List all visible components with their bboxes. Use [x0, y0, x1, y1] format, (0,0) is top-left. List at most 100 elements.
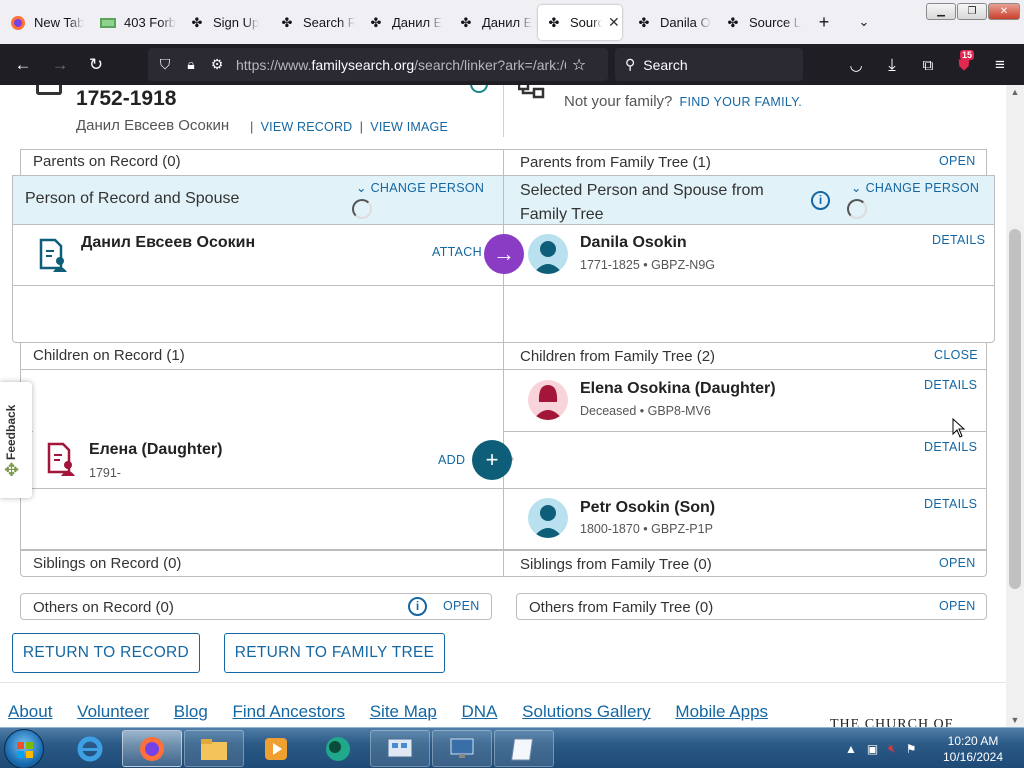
browser-tab[interactable]: ✤ Данил Е	[450, 5, 534, 40]
details-link[interactable]: DETAILS	[924, 497, 977, 511]
close-tab-icon[interactable]: ✕	[608, 14, 620, 31]
pocket-icon[interactable]: ◡	[843, 52, 869, 78]
browser-tab-active[interactable]: ✤ Source ✕	[538, 5, 622, 40]
children-close-link[interactable]: CLOSE	[934, 348, 978, 362]
footer-links: About Volunteer Blog Find Ancestors Site…	[8, 702, 788, 722]
browser-tab[interactable]: ✤ Sign Up	[181, 5, 267, 40]
browser-tab[interactable]: 403 Forbi	[92, 5, 176, 40]
footer-link-about[interactable]: About	[8, 702, 52, 721]
info-icon[interactable]: i	[811, 191, 830, 210]
lock-icon[interactable]: 🔒︎	[178, 56, 204, 73]
browser-tab[interactable]: ✤ Source L	[717, 5, 805, 40]
tracking-shield-icon[interactable]: ⛉	[152, 56, 178, 73]
scrollbar-thumb[interactable]	[1009, 229, 1021, 589]
bookmark-star-icon[interactable]: ☆	[566, 55, 592, 75]
browser-tab[interactable]: ✤ Search R	[271, 5, 355, 40]
familysearch-tree-icon: ✤	[370, 14, 382, 30]
back-arrow-icon[interactable]: ←	[10, 52, 36, 78]
add-label[interactable]: ADD	[438, 453, 465, 467]
return-to-record-button[interactable]: RETURN TO RECORD	[12, 633, 200, 673]
details-link[interactable]: DETAILS	[924, 378, 977, 392]
new-tab-plus-icon[interactable]: +	[811, 10, 837, 34]
details-link[interactable]: DETAILS	[932, 233, 985, 247]
start-button-icon[interactable]	[4, 729, 44, 768]
tree-logo-icon: ✥	[4, 460, 20, 480]
loading-spinner-icon	[352, 199, 372, 219]
footer-link-mobile-apps[interactable]: Mobile Apps	[675, 702, 768, 721]
footer-link-volunteer[interactable]: Volunteer	[77, 702, 149, 721]
tray-expand-icon[interactable]: ▲	[845, 742, 857, 756]
others-record-open-link[interactable]: OPEN	[443, 599, 480, 613]
browser-tab[interactable]: New Tab	[2, 5, 88, 40]
url-bar[interactable]: ⛉ 🔒︎ ⚙ https://www.familysearch.org/sear…	[148, 48, 608, 81]
firefox-taskbar-icon[interactable]	[122, 730, 182, 767]
others-on-record-label: Others on Record (0)	[33, 599, 174, 616]
minimize-icon[interactable]: ▁	[926, 3, 956, 20]
tree-child-name[interactable]: Petr Osokin (Son)	[580, 499, 715, 517]
forward-arrow-icon[interactable]: →	[47, 52, 73, 78]
change-person-tree-link[interactable]: ⌄ CHANGE PERSON	[851, 180, 979, 195]
footer-link-solutions-gallery[interactable]: Solutions Gallery	[522, 702, 651, 721]
action-center-flag-icon[interactable]: ⚑	[906, 742, 917, 756]
male-avatar-icon	[528, 498, 568, 538]
search-placeholder: Search	[643, 56, 688, 73]
notepad-icon[interactable]	[494, 730, 554, 767]
extensions-icon[interactable]: ⧉	[915, 52, 941, 78]
app-icon[interactable]	[308, 730, 368, 767]
footer-link-find-ancestors[interactable]: Find Ancestors	[233, 702, 345, 721]
money-icon	[100, 15, 116, 31]
permissions-icon[interactable]: ⚙	[204, 56, 230, 73]
return-to-family-tree-button[interactable]: RETURN TO FAMILY TREE	[224, 633, 445, 673]
male-avatar-icon	[528, 234, 568, 274]
attach-label[interactable]: ATTACH	[432, 245, 482, 259]
network-icon[interactable]	[432, 730, 492, 767]
url-text[interactable]: https://www.familysearch.org/search/link…	[236, 57, 566, 73]
feedback-tab[interactable]: Feedback ✥	[0, 382, 32, 498]
view-image-link[interactable]: VIEW IMAGE	[370, 120, 448, 134]
page-content: 1752-1918 Данил Евсеев Осокин | VIEW REC…	[0, 85, 1006, 727]
parents-open-link[interactable]: OPEN	[939, 154, 976, 168]
view-record-link[interactable]: VIEW RECORD	[261, 120, 353, 134]
familysearch-tree-icon: ✤	[548, 14, 560, 30]
scroll-up-icon[interactable]: ▲	[1006, 87, 1024, 97]
tree-person-name[interactable]: Danila Osokin	[580, 234, 687, 252]
siblings-open-link[interactable]: OPEN	[939, 556, 976, 570]
restore-icon[interactable]: ❐	[957, 3, 987, 20]
internet-explorer-icon[interactable]	[60, 730, 120, 767]
details-link[interactable]: DETAILS	[924, 440, 977, 454]
attach-arrow-button[interactable]: →	[484, 234, 524, 274]
scroll-down-icon[interactable]: ▼	[1006, 715, 1024, 725]
footer-link-blog[interactable]: Blog	[174, 702, 208, 721]
record-person-name: Данил Евсеев Осокин	[76, 117, 230, 134]
page-scrollbar[interactable]: ▲ ▼	[1006, 85, 1024, 727]
others-tree-open-link[interactable]: OPEN	[939, 599, 976, 613]
search-bar[interactable]: ⚲ Search	[615, 48, 803, 81]
reload-icon[interactable]: ↻	[83, 52, 109, 78]
browser-tab[interactable]: ✤ Danila O	[628, 5, 712, 40]
add-child-button[interactable]: +	[472, 440, 512, 480]
tab-list-chevron-icon[interactable]: ⌄	[851, 10, 877, 34]
female-avatar-icon	[528, 380, 568, 420]
control-panel-icon[interactable]	[370, 730, 430, 767]
info-icon[interactable]	[470, 85, 488, 93]
info-icon[interactable]: i	[408, 597, 427, 616]
find-your-family-link[interactable]: FIND YOUR FAMILY.	[680, 95, 803, 109]
volume-muted-icon[interactable]: 🔇︎	[888, 741, 896, 756]
selected-from-tree-label: Selected Person and Spouse from Family T…	[520, 182, 764, 223]
file-explorer-icon[interactable]	[184, 730, 244, 767]
familysearch-tree-icon: ✤	[727, 14, 739, 30]
network-tray-icon[interactable]: ▣	[867, 742, 878, 756]
download-icon[interactable]: ⤓	[879, 52, 905, 78]
change-person-record-link[interactable]: ⌄ CHANGE PERSON	[356, 180, 484, 195]
browser-nav-bar: ← → ↻ ⛉ 🔒︎ ⚙ https://www.familysearch.or…	[0, 44, 1024, 85]
taskbar-clock[interactable]: 10:20 AM 10/16/2024	[942, 733, 1004, 765]
tree-child-name[interactable]: Elena Osokina (Daughter)	[580, 380, 776, 398]
media-player-icon[interactable]	[246, 730, 306, 767]
record-child-icon	[46, 442, 76, 481]
menu-hamburger-icon[interactable]: ≡	[987, 52, 1013, 78]
church-logo-text: THE CHURCH OF	[830, 717, 954, 727]
browser-tab[interactable]: ✤ Данил Е	[360, 5, 444, 40]
footer-link-site-map[interactable]: Site Map	[370, 702, 437, 721]
window-close-icon[interactable]: ✕	[988, 3, 1020, 20]
footer-link-dna[interactable]: DNA	[462, 702, 498, 721]
